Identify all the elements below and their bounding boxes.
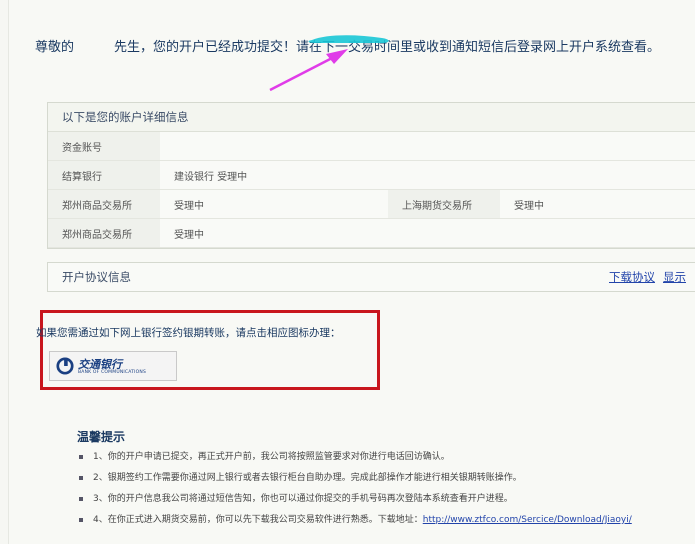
bank-name-en: BANK OF COMMUNICATIONS <box>78 370 147 375</box>
row-value: 受理中 <box>160 189 388 219</box>
protocol-title: 开户协议信息 <box>62 270 131 284</box>
list-item: 4、在你正式进入期货交易前，你可以先下载我公司交易软件进行熟悉。下载地址：htt… <box>79 513 632 534</box>
tips-list: 1、你的开户申请已提交，再正式开户前，我公司将按照监管要求对你进行电话回访确认。… <box>79 450 632 534</box>
bocom-bank-button[interactable]: 交通银行 BANK OF COMMUNICATIONS <box>49 351 177 381</box>
row-label-2: 上海期货交易所 <box>388 189 500 219</box>
row-label: 郑州商品交易所 <box>48 218 160 248</box>
annotation-arrow-icon <box>269 35 389 92</box>
bank-signing-prompt: 如果您需通过如下网上银行签约银期转账，请点击相应图标办理： <box>36 327 341 339</box>
table-row: 郑州商品交易所 受理中 上海期货交易所 受理中 <box>48 189 695 219</box>
table-row: 结算银行 建设银行 受理中 <box>48 160 695 190</box>
notice-rest: 或收到通知短信后登录网上开户系统查看。 <box>413 40 661 55</box>
tip-text: 3、你的开户信息我公司将通过短信告知，你也可以通过你提交的手机号码再次登陆本系统… <box>93 494 513 504</box>
list-item: 2、银期签约工作需要你通过网上银行或者去银行柜台自助办理。完成此部操作才能进行相… <box>79 471 632 492</box>
download-protocol-link[interactable]: 下载协议 <box>609 270 655 284</box>
list-item: 1、你的开户申请已提交，再正式开户前，我公司将按照监管要求对你进行电话回访确认。 <box>79 450 632 471</box>
table-row: 郑州商品交易所 受理中 <box>48 218 695 248</box>
tip-text: 4、在你正式进入期货交易前，你可以先下载我公司交易软件进行熟悉。下载地址： <box>93 515 423 525</box>
show-protocol-link[interactable]: 显示 <box>663 270 686 284</box>
protocol-links: 下载协议 显示 <box>601 263 686 291</box>
protocol-panel: 开户协议信息 下载协议 显示 <box>47 262 695 292</box>
notice-greeting: 尊敬的 <box>35 40 75 55</box>
row-label: 结算银行 <box>48 160 160 190</box>
row-value <box>160 132 695 161</box>
bocom-logo-icon <box>56 357 74 375</box>
table-row: 资金账号 <box>48 132 695 161</box>
row-value: 建设银行 受理中 <box>160 160 695 190</box>
tip-text: 2、银期签约工作需要你通过网上银行或者去银行柜台自助办理。完成此部操作才能进行相… <box>93 473 522 483</box>
tip-text: 1、你的开户申请已提交，再正式开户前，我公司将按照监管要求对你进行电话回访确认。 <box>93 452 450 462</box>
annotation-red-box: 如果您需通过如下网上银行签约银期转账，请点击相应图标办理： 交通银行 BANK … <box>36 310 380 390</box>
software-download-link[interactable]: http://www.ztfco.com/Sercice/Download/Ji… <box>423 515 632 525</box>
page: 尊敬的 先生，您的开户已经成功提交！请在下一交易时间里或收到通知短信后登录网上开户… <box>8 0 695 544</box>
row-value-2: 受理中 <box>500 189 695 219</box>
row-value: 受理中 <box>160 218 695 248</box>
tips-title: 温馨提示 <box>77 430 126 444</box>
account-detail-panel: 以下是您的账户详细信息 资金账号 结算银行 建设银行 受理中 郑州商品交易所 受… <box>47 102 695 249</box>
row-label: 郑州商品交易所 <box>48 189 160 219</box>
account-panel-title: 以下是您的账户详细信息 <box>48 103 695 132</box>
row-label: 资金账号 <box>48 132 160 161</box>
account-detail-table: 资金账号 结算银行 建设银行 受理中 郑州商品交易所 受理中 上海期货交易所 受… <box>48 132 695 248</box>
list-item: 3、你的开户信息我公司将通过短信告知，你也可以通过你提交的手机号码再次登陆本系统… <box>79 492 632 513</box>
